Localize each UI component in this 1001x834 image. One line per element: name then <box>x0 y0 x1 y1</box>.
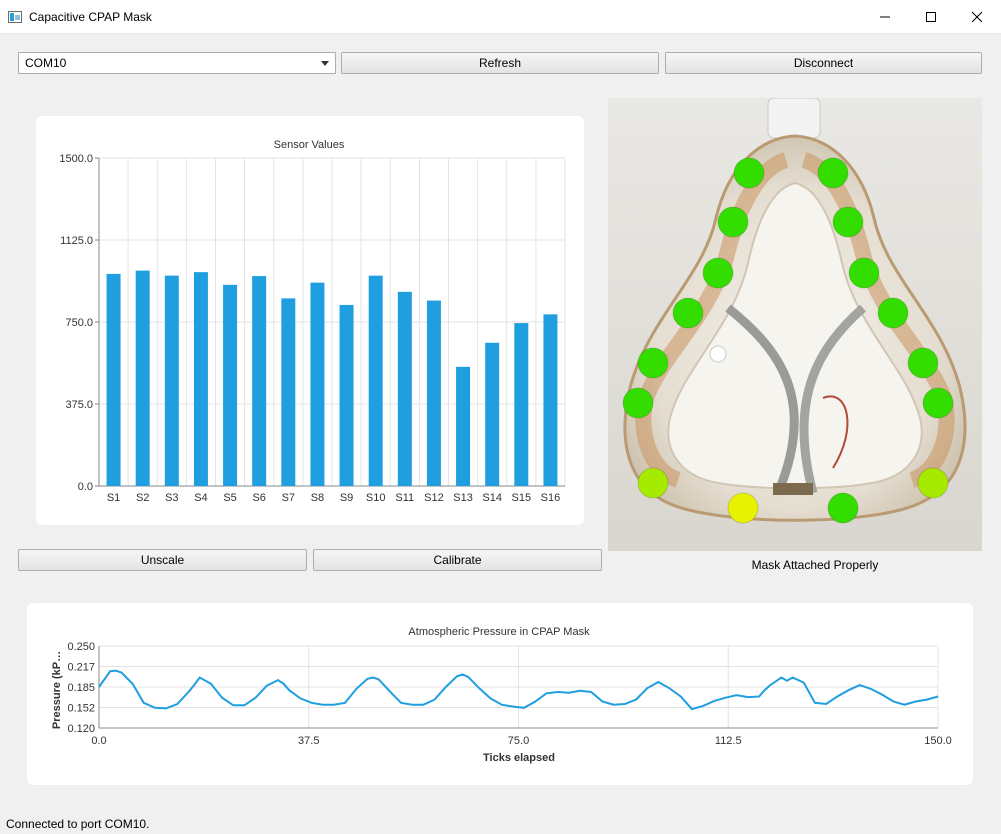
line-y-tick-label: 0.152 <box>67 703 95 715</box>
bar-x-tick-label: S4 <box>194 492 207 504</box>
bar-s6 <box>252 276 267 486</box>
pressure-chart-title: Atmospheric Pressure in CPAP Mask <box>408 626 590 638</box>
sensor-indicator-1 <box>733 157 765 189</box>
sensor-indicator-6 <box>848 257 880 289</box>
sensor-indicator-7 <box>672 297 704 329</box>
sensor-values-chart: Sensor Values 0.0 375.0 750.0 1125.0 1500.0 S… <box>59 139 566 504</box>
minimize-icon <box>880 16 890 18</box>
bar-s10 <box>368 275 383 486</box>
sensor-indicator-3 <box>717 206 749 238</box>
bar-y-tick-label: 750.0 <box>65 317 93 329</box>
sensor-indicator-5 <box>702 257 734 289</box>
maximize-button[interactable] <box>908 0 954 34</box>
line-y-tick-label: 0.217 <box>67 662 95 674</box>
sensor-indicator-12 <box>922 387 954 419</box>
sensor-indicator-16 <box>917 467 949 499</box>
bar-s5 <box>223 284 238 486</box>
bar-y-tick-label: 375.0 <box>65 399 93 411</box>
bar-x-tick-label: S3 <box>165 492 178 504</box>
pressure-y-axis-label: Pressure (kP… <box>51 651 63 729</box>
line-x-tick-label: 75.0 <box>508 735 529 747</box>
bar-s12 <box>426 300 441 486</box>
calibrate-button[interactable]: Calibrate <box>313 549 602 571</box>
pressure-chart: Atmospheric Pressure in CPAP Mask 0.1200… <box>51 626 952 764</box>
minimize-button[interactable] <box>862 0 908 34</box>
line-x-tick-label: 112.5 <box>715 735 742 747</box>
pressure-chart-panel: Atmospheric Pressure in CPAP Mask 0.120 0… <box>27 603 973 785</box>
bar-x-tick-label: S13 <box>453 492 473 504</box>
mask-status-label: Mask Attached Properly <box>751 558 879 572</box>
bar-x-tick-label: S10 <box>366 492 386 504</box>
port-select-value: COM10 <box>25 56 67 70</box>
status-bar-text: Connected to port COM10. <box>6 817 150 831</box>
bar-s2 <box>135 270 150 486</box>
port-select[interactable]: COM10 <box>18 52 336 74</box>
bar-x-tick-label: S14 <box>482 492 502 504</box>
sensor-indicator-13 <box>637 467 669 499</box>
chevron-down-icon <box>321 61 329 66</box>
bar-x-tick-label: S2 <box>136 492 149 504</box>
bar-s4 <box>193 272 208 486</box>
sensor-indicator-11 <box>622 387 654 419</box>
bar-x-tick-label: S12 <box>424 492 444 504</box>
bar-x-tick-label: S1 <box>107 492 120 504</box>
title-bar: Capacitive CPAP Mask <box>0 0 1001 34</box>
bar-s3 <box>164 275 179 486</box>
unscale-button[interactable]: Unscale <box>18 549 307 571</box>
bar-x-tick-label: S15 <box>512 492 532 504</box>
line-x-tick-label: 150.0 <box>924 735 952 747</box>
app-window-icon <box>8 11 22 23</box>
sensor-indicator-14 <box>727 492 759 524</box>
bar-y-tick-label: 1125.0 <box>60 235 93 247</box>
bar-s11 <box>397 291 412 486</box>
bar-s1 <box>106 273 121 486</box>
line-y-tick-label: 0.120 <box>67 723 95 735</box>
maximize-icon <box>926 12 936 22</box>
sensor-indicator-15 <box>827 492 859 524</box>
mask-photo <box>608 97 982 551</box>
sensor-indicator-9 <box>637 347 669 379</box>
sensor-indicator-10 <box>907 347 939 379</box>
sensor-chart-title: Sensor Values <box>274 139 345 151</box>
disconnect-button[interactable]: Disconnect <box>665 52 982 74</box>
bar-x-tick-label: S7 <box>282 492 295 504</box>
bar-y-tick-label: 0.0 <box>78 481 93 493</box>
sensor-indicator-2 <box>817 157 849 189</box>
window-title: Capacitive CPAP Mask <box>29 10 152 24</box>
sensor-indicator-4 <box>832 206 864 238</box>
line-y-tick-label: 0.250 <box>67 641 95 653</box>
close-button[interactable] <box>954 0 1000 34</box>
bar-x-tick-label: S6 <box>252 492 265 504</box>
bar-s15 <box>514 323 529 486</box>
bar-s13 <box>456 366 471 486</box>
line-y-tick-label: 0.185 <box>67 682 95 694</box>
refresh-button[interactable]: Refresh <box>341 52 659 74</box>
bar-s7 <box>281 298 296 486</box>
bar-x-tick-label: S16 <box>541 492 561 504</box>
bar-s16 <box>543 314 558 486</box>
bar-x-tick-label: S8 <box>311 492 324 504</box>
close-icon <box>971 11 983 23</box>
bar-x-tick-label: S9 <box>340 492 353 504</box>
line-x-tick-label: 0.0 <box>91 735 106 747</box>
bar-x-tick-label: S11 <box>395 492 414 504</box>
line-x-tick-label: 37.5 <box>298 735 319 747</box>
pressure-x-axis-label: Ticks elapsed <box>483 752 555 764</box>
bar-x-tick-label: S5 <box>223 492 236 504</box>
bar-s8 <box>310 282 325 486</box>
bar-s9 <box>339 304 354 486</box>
bar-y-tick-label: 1500.0 <box>59 153 93 165</box>
bar-s14 <box>485 342 500 486</box>
sensor-chart-panel: Sensor Values 0.0 375.0 750.0 1125.0 1500.0 S… <box>36 116 584 525</box>
sensor-indicator-8 <box>877 297 909 329</box>
